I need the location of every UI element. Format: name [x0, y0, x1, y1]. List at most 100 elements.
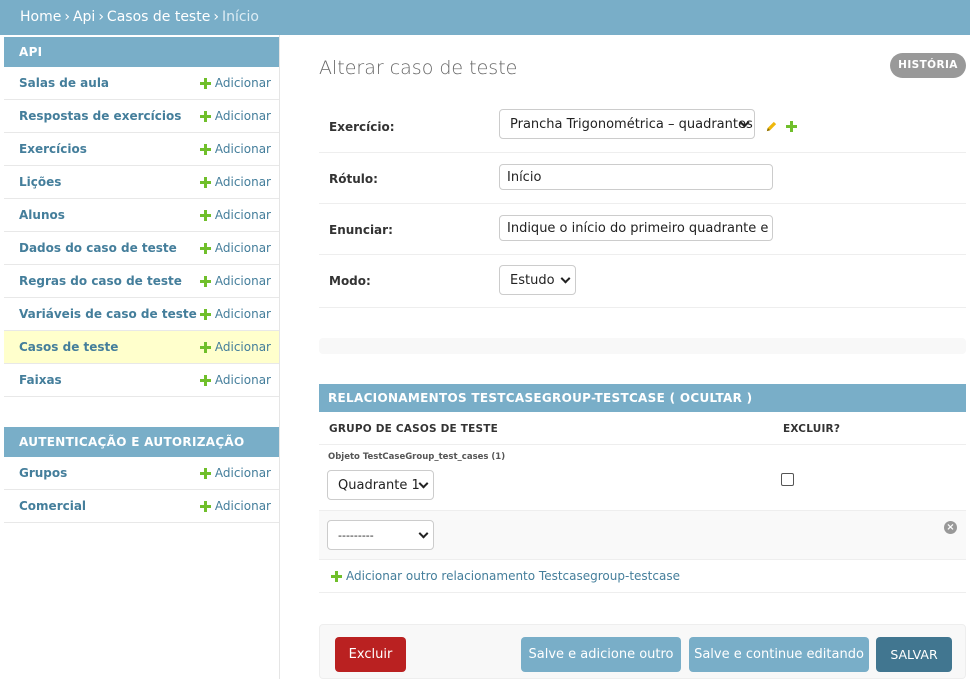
plus-icon [199, 177, 211, 188]
enunciar-input[interactable]: Indique o início do primeiro quadrante e… [499, 215, 773, 241]
add-link[interactable]: Adicionar [199, 175, 271, 189]
select-value: Estudo [510, 272, 555, 288]
chevron-down-icon [418, 478, 429, 489]
form-row-enunciar: Enunciar: Indique o início do primeiro q… [319, 204, 966, 255]
add-link[interactable]: Adicionar [199, 274, 271, 288]
delete-checkbox[interactable] [781, 473, 794, 486]
test-case-group-select-empty[interactable]: --------- [327, 520, 434, 550]
module-caption-api[interactable]: API [4, 37, 279, 67]
add-link[interactable]: Adicionar [199, 340, 271, 354]
delete-button[interactable]: Excluir [335, 637, 406, 672]
add-another-inline-link[interactable]: Adicionar outro relacionamento Testcaseg… [319, 560, 966, 593]
inline-toggle-link[interactable]: ( OCULTAR ) [670, 391, 753, 405]
chevron-down-icon [418, 528, 429, 539]
plus-icon [331, 571, 342, 582]
sidebar-item-label[interactable]: Variáveis de caso de teste [19, 307, 197, 321]
plus-icon [199, 276, 211, 287]
save-and-continue-button[interactable]: Salve e continue editando [689, 637, 869, 672]
sidebar-item-label[interactable]: Dados do caso de teste [19, 241, 177, 255]
add-label: Adicionar [214, 274, 271, 288]
save-and-add-another-button[interactable]: Salve e adicione outro [521, 637, 681, 672]
form-row-exercicio: Exercício: Prancha Trigonométrica – quad… [319, 104, 966, 153]
module-caption-auth[interactable]: AUTENTICAÇÃO E AUTORIZAÇÃO [4, 427, 279, 457]
add-link[interactable]: Adicionar [199, 466, 271, 480]
add-another-label: Adicionar outro relacionamento Testcaseg… [346, 569, 680, 583]
sidebar-item-label[interactable]: Casos de teste [19, 340, 118, 354]
plus-icon [199, 342, 211, 353]
inline-group-header: RELACIONAMENTOS TESTCASEGROUP-TESTCASE (… [319, 384, 966, 412]
add-related-plus-icon[interactable] [786, 121, 797, 132]
remove-row-icon[interactable]: × [944, 521, 957, 534]
inline-row-empty: --------- × [319, 511, 966, 560]
sidebar-item-variaveis-de-caso-de-teste: Variáveis de caso de teste Adicionar [4, 298, 279, 331]
main-content: Alterar caso de teste HISTÓRIA Exercício… [281, 35, 970, 679]
sidebar-item-label[interactable]: Salas de aula [19, 76, 109, 90]
add-label: Adicionar [214, 373, 271, 387]
breadcrumb-model-link[interactable]: Casos de teste [107, 9, 210, 25]
add-label: Adicionar [214, 307, 271, 321]
exercicio-select[interactable]: Prancha Trigonométrica – quadrantes [499, 109, 755, 139]
sidebar-item-casos-de-teste: Casos de teste Adicionar [4, 331, 279, 364]
test-case-group-select[interactable]: Quadrante 1 [327, 470, 434, 500]
col-header-group: GRUPO DE CASOS DE TESTE [329, 423, 498, 435]
add-link[interactable]: Adicionar [199, 76, 271, 90]
sidebar-item-label[interactable]: Lições [19, 175, 61, 189]
add-label: Adicionar [214, 175, 271, 189]
sidebar-item-respostas-de-exercicios: Respostas de exercícios Adicionar [4, 100, 279, 133]
rotulo-input[interactable]: Início [499, 164, 773, 190]
breadcrumb-app-link[interactable]: Api [73, 9, 95, 25]
collapsed-fieldset [319, 338, 966, 354]
breadcrumb-current: Início [221, 9, 259, 25]
sidebar-item-label[interactable]: Faixas [19, 373, 62, 387]
add-label: Adicionar [214, 340, 271, 354]
pencil-edit-icon[interactable] [765, 120, 778, 133]
sidebar-item-label[interactable]: Alunos [19, 208, 65, 222]
page-title: Alterar caso de teste [319, 57, 518, 79]
add-label: Adicionar [214, 208, 271, 222]
add-label: Adicionar [214, 466, 271, 480]
sidebar-item-licoes: Lições Adicionar [4, 166, 279, 199]
field-label: Enunciar: [329, 223, 393, 237]
modo-select[interactable]: Estudo [499, 265, 576, 295]
col-header-delete: EXCLUIR? [783, 423, 841, 435]
sidebar-item-label[interactable]: Grupos [19, 466, 67, 480]
sidebar-item-label[interactable]: Regras do caso de teste [19, 274, 182, 288]
inline-row: Objeto TestCaseGroup_test_cases (1) Quad… [319, 445, 966, 511]
breadcrumb-home-link[interactable]: Home [20, 9, 61, 25]
app-module-api: API Salas de aula Adicionar Respostas de… [4, 37, 279, 397]
plus-icon [199, 210, 211, 221]
add-link[interactable]: Adicionar [199, 307, 271, 321]
breadcrumb: Home › Api › Casos de teste › Início [0, 0, 970, 35]
input-value: Indique o início do primeiro quadrante e… [507, 220, 772, 236]
field-label: Modo: [329, 274, 371, 288]
plus-icon [199, 468, 211, 479]
add-link[interactable]: Adicionar [199, 142, 271, 156]
plus-icon [199, 309, 211, 320]
add-link[interactable]: Adicionar [199, 241, 271, 255]
add-label: Adicionar [214, 109, 271, 123]
sidebar-item-label[interactable]: Respostas de exercícios [19, 109, 181, 123]
form-row-rotulo: Rótulo: Início [319, 153, 966, 204]
add-link[interactable]: Adicionar [199, 208, 271, 222]
sidebar-item-label[interactable]: Exercícios [19, 142, 87, 156]
add-link[interactable]: Adicionar [199, 373, 271, 387]
add-label: Adicionar [214, 76, 271, 90]
select-value: Prancha Trigonométrica – quadrantes [510, 116, 753, 132]
history-button[interactable]: HISTÓRIA [890, 53, 966, 78]
sidebar-item-label[interactable]: Comercial [19, 499, 86, 513]
add-link[interactable]: Adicionar [199, 499, 271, 513]
sidebar-item-salas-de-aula: Salas de aula Adicionar [4, 67, 279, 100]
sidebar-item-alunos: Alunos Adicionar [4, 199, 279, 232]
plus-icon [199, 111, 211, 122]
field-label: Rótulo: [329, 172, 378, 186]
inline-object-label: Objeto TestCaseGroup_test_cases (1) [328, 452, 506, 462]
inline-column-headers: GRUPO DE CASOS DE TESTE EXCLUIR? [319, 412, 966, 445]
plus-icon [199, 78, 211, 89]
input-value: Início [507, 169, 542, 185]
save-button[interactable]: SALVAR [876, 637, 952, 672]
add-link[interactable]: Adicionar [199, 109, 271, 123]
add-label: Adicionar [214, 499, 271, 513]
inline-heading: RELACIONAMENTOS TESTCASEGROUP-TESTCASE [328, 391, 666, 405]
plus-icon [199, 144, 211, 155]
sidebar-item-regras-do-caso-de-teste: Regras do caso de teste Adicionar [4, 265, 279, 298]
